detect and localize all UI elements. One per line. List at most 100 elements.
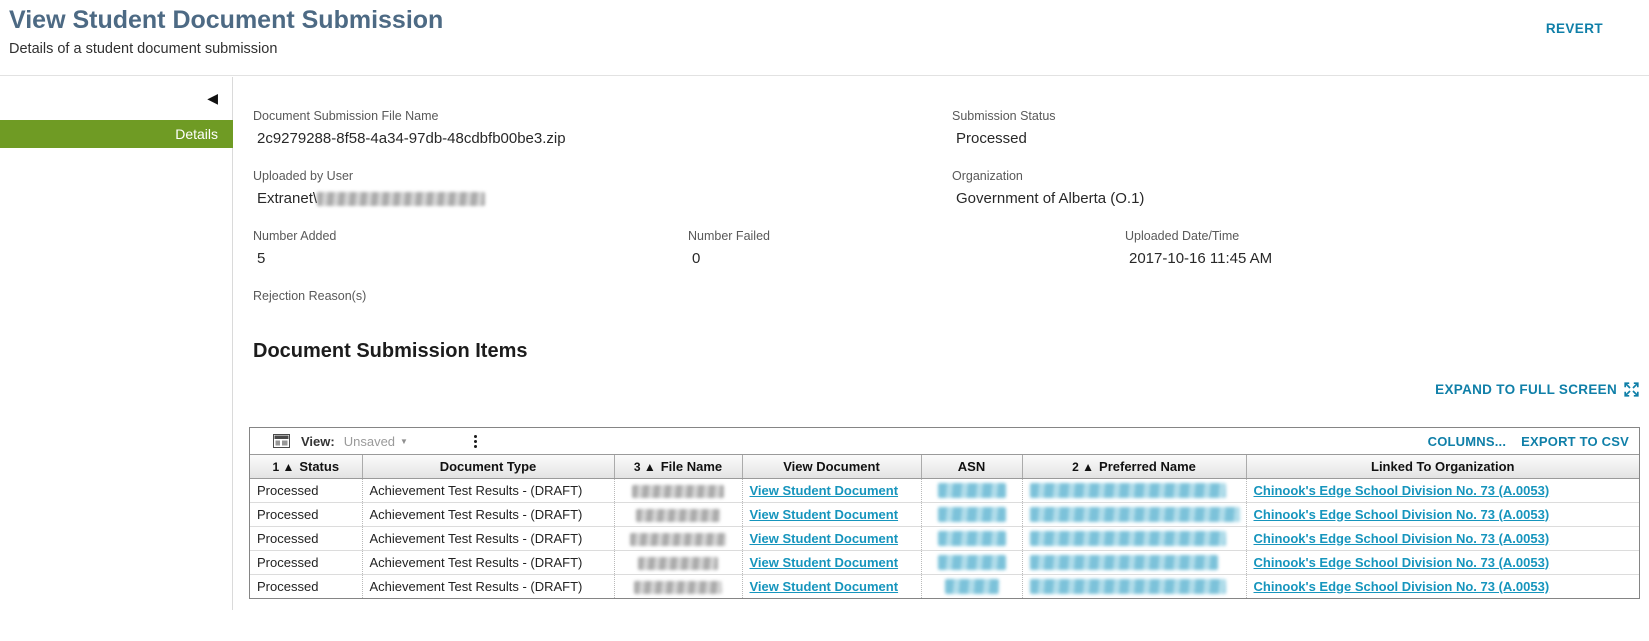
file-name-cell <box>614 574 742 598</box>
column-label: Document Type <box>440 459 537 474</box>
column-header-document-type[interactable]: Document Type <box>362 455 614 478</box>
field-value: 5 <box>253 250 336 267</box>
field-label: Submission Status <box>952 109 1056 123</box>
grid-toolbar: View: Unsaved ▼ COLUMNS... EXPORT TO CSV <box>250 428 1639 455</box>
linked-org-cell: Chinook's Edge School Division No. 73 (A… <box>1246 550 1639 574</box>
column-label: Status <box>299 459 339 474</box>
preferred-name-cell <box>1022 574 1246 598</box>
redacted-preferred-name-link[interactable] <box>1030 579 1226 594</box>
document-type-cell: Achievement Test Results - (DRAFT) <box>362 574 614 598</box>
view-document-cell: View Student Document <box>742 550 921 574</box>
redacted-preferred-name-link[interactable] <box>1030 531 1226 546</box>
field-label: Organization <box>952 169 1144 183</box>
status-cell: Processed <box>250 502 362 526</box>
view-student-document-link[interactable]: View Student Document <box>750 555 899 570</box>
view-student-document-link[interactable]: View Student Document <box>750 579 899 594</box>
sidebar-item-details[interactable]: Details <box>0 120 233 148</box>
view-student-document-link[interactable]: View Student Document <box>750 483 899 498</box>
asn-cell <box>921 502 1022 526</box>
document-submission-items-grid: View: Unsaved ▼ COLUMNS... EXPORT TO CSV… <box>249 427 1640 599</box>
field-value: 2c9279288-8f58-4a34-97db-48cdbfb00be3.zi… <box>253 130 566 147</box>
field-label: Number Added <box>253 229 336 243</box>
field-number-added: Number Added 5 <box>253 229 336 267</box>
field-submission-status: Submission Status Processed <box>952 109 1056 147</box>
expand-to-full-screen-button[interactable]: EXPAND TO FULL SCREEN <box>1435 381 1640 398</box>
file-name-cell <box>614 478 742 502</box>
grid-view-icon[interactable] <box>273 434 290 448</box>
preferred-name-cell <box>1022 502 1246 526</box>
linked-org-cell: Chinook's Edge School Division No. 73 (A… <box>1246 478 1639 502</box>
page-subtitle: Details of a student document submission <box>9 41 277 57</box>
sort-indicator: 2 ▲ <box>1072 460 1094 474</box>
view-label: View: <box>301 434 335 449</box>
redacted-asn-link[interactable] <box>938 507 1006 522</box>
file-name-cell <box>614 502 742 526</box>
field-label: Uploaded by User <box>253 169 485 183</box>
redacted-asn-link[interactable] <box>938 531 1006 546</box>
column-header-view-document[interactable]: View Document <box>742 455 921 478</box>
linked-organization-link[interactable]: Chinook's Edge School Division No. 73 (A… <box>1254 579 1550 594</box>
column-label: File Name <box>661 459 722 474</box>
linked-organization-link[interactable]: Chinook's Edge School Division No. 73 (A… <box>1254 507 1550 522</box>
items-table: 1 ▲Status Document Type 3 ▲File Name Vie… <box>250 455 1639 598</box>
grid-menu-kebab-icon[interactable] <box>470 433 481 450</box>
redacted-asn-link[interactable] <box>938 555 1006 570</box>
linked-organization-link[interactable]: Chinook's Edge School Division No. 73 (A… <box>1254 483 1550 498</box>
linked-organization-link[interactable]: Chinook's Edge School Division No. 73 (A… <box>1254 555 1550 570</box>
column-header-preferred-name[interactable]: 2 ▲ Preferred Name <box>1022 455 1246 478</box>
preferred-name-cell <box>1022 526 1246 550</box>
view-student-document-link[interactable]: View Student Document <box>750 531 899 546</box>
revert-button[interactable]: REVERT <box>1546 21 1603 36</box>
field-file-name: Document Submission File Name 2c9279288-… <box>253 109 566 147</box>
column-label: Preferred Name <box>1099 459 1196 474</box>
redacted-asn-link[interactable] <box>938 483 1006 498</box>
redacted-preferred-name-link[interactable] <box>1030 555 1218 570</box>
view-dropdown[interactable]: Unsaved <box>344 434 395 449</box>
column-header-status[interactable]: 1 ▲Status <box>250 455 362 478</box>
table-row: Processed Achievement Test Results - (DR… <box>250 478 1639 502</box>
document-type-cell: Achievement Test Results - (DRAFT) <box>362 502 614 526</box>
column-header-file-name[interactable]: 3 ▲File Name <box>614 455 742 478</box>
items-section-heading: Document Submission Items <box>253 340 528 363</box>
columns-button[interactable]: COLUMNS... <box>1428 434 1507 449</box>
asn-cell <box>921 478 1022 502</box>
linked-org-cell: Chinook's Edge School Division No. 73 (A… <box>1246 526 1639 550</box>
asn-cell <box>921 574 1022 598</box>
view-document-cell: View Student Document <box>742 502 921 526</box>
column-label: View Document <box>783 459 880 474</box>
redacted-asn-link[interactable] <box>945 579 999 594</box>
redacted-file-name <box>638 557 718 570</box>
column-header-linked-to-organization[interactable]: Linked To Organization <box>1246 455 1639 478</box>
redacted-preferred-name-link[interactable] <box>1030 483 1226 498</box>
field-value <box>253 310 366 327</box>
view-document-cell: View Student Document <box>742 526 921 550</box>
export-to-csv-button[interactable]: EXPORT TO CSV <box>1521 434 1629 449</box>
sidebar: ◀ Details <box>0 77 233 610</box>
field-rejection-reasons: Rejection Reason(s) <box>253 289 366 327</box>
status-cell: Processed <box>250 478 362 502</box>
expand-fullscreen-icon <box>1623 381 1640 398</box>
file-name-cell <box>614 550 742 574</box>
column-header-asn[interactable]: ASN <box>921 455 1022 478</box>
redacted-preferred-name-link[interactable] <box>1030 507 1240 522</box>
uploaded-by-prefix: Extranet\ <box>257 190 317 207</box>
field-label: Uploaded Date/Time <box>1125 229 1272 243</box>
document-type-cell: Achievement Test Results - (DRAFT) <box>362 526 614 550</box>
table-row: Processed Achievement Test Results - (DR… <box>250 526 1639 550</box>
linked-organization-link[interactable]: Chinook's Edge School Division No. 73 (A… <box>1254 531 1550 546</box>
preferred-name-cell <box>1022 478 1246 502</box>
page-title: View Student Document Submission <box>9 6 443 35</box>
field-organization: Organization Government of Alberta (O.1) <box>952 169 1144 207</box>
file-name-cell <box>614 526 742 550</box>
field-label: Rejection Reason(s) <box>253 289 366 303</box>
redacted-file-name <box>636 509 720 522</box>
field-number-failed: Number Failed 0 <box>688 229 770 267</box>
view-student-document-link[interactable]: View Student Document <box>750 507 899 522</box>
status-cell: Processed <box>250 574 362 598</box>
status-cell: Processed <box>250 550 362 574</box>
column-label: Linked To Organization <box>1371 459 1514 474</box>
sidebar-collapse-icon[interactable]: ◀ <box>207 91 218 105</box>
table-row: Processed Achievement Test Results - (DR… <box>250 550 1639 574</box>
field-uploaded-by: Uploaded by User Extranet\ <box>253 169 485 207</box>
chevron-down-icon[interactable]: ▼ <box>400 437 408 446</box>
